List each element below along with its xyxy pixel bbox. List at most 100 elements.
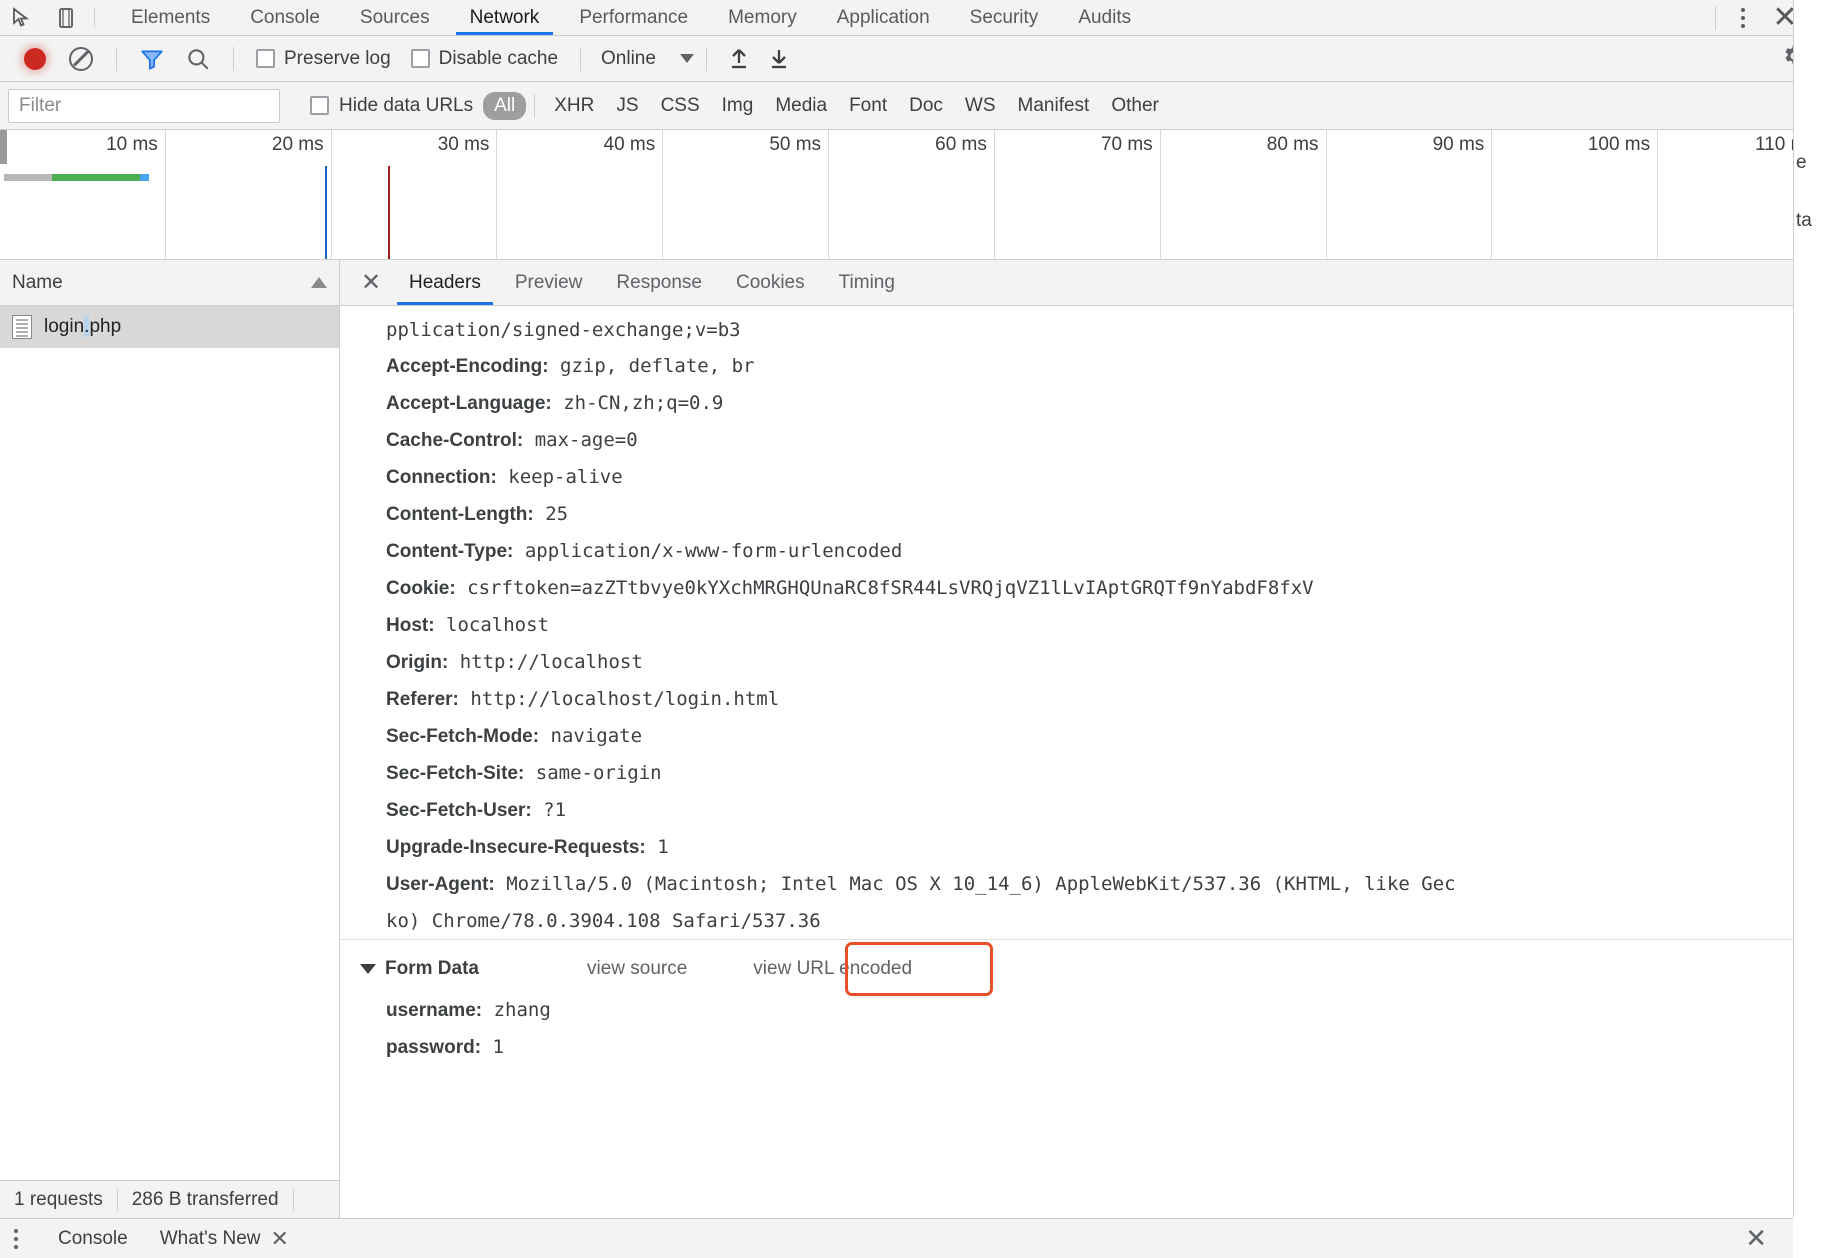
tab-preview[interactable]: Preview	[498, 260, 600, 305]
tab-sources[interactable]: Sources	[340, 0, 450, 35]
header-name: Content-Length:	[386, 504, 534, 525]
devtools-tabbar: Elements Console Sources Network Perform…	[0, 0, 1824, 36]
overview-request-bar	[4, 174, 149, 181]
type-label: Img	[721, 94, 754, 116]
type-filter-img[interactable]: Img	[711, 92, 765, 120]
header-name: Upgrade-Insecure-Requests:	[386, 837, 646, 858]
tab-memory[interactable]: Memory	[708, 0, 817, 35]
tab-elements[interactable]: Elements	[111, 0, 230, 35]
header-name: Origin:	[386, 652, 449, 673]
tick-label: 50 ms	[769, 134, 822, 155]
filter-icon[interactable]	[139, 46, 165, 72]
drawer-tab-console[interactable]: Console	[42, 1228, 144, 1250]
type-filter-font[interactable]: Font	[838, 92, 898, 120]
type-filter-manifest[interactable]: Manifest	[1007, 92, 1101, 120]
overview-window-handle[interactable]	[0, 130, 7, 164]
tab-security[interactable]: Security	[950, 0, 1059, 35]
tab-label: Sources	[359, 6, 430, 28]
view-source-link[interactable]: view source	[579, 954, 695, 984]
header-row-accept-encoding: Accept-Encoding: gzip, deflate, br	[340, 348, 1824, 385]
tick-label: 30 ms	[437, 134, 490, 155]
header-row-cookie: Cookie: csrftoken=azZTtbvye0kYXchMRGHQUn…	[340, 570, 1824, 607]
bar-wait	[52, 174, 140, 181]
close-icon[interactable]: ✕	[270, 1226, 288, 1252]
tab-performance[interactable]: Performance	[559, 0, 708, 35]
tab-headers[interactable]: Headers	[392, 260, 498, 305]
tick-label: 90 ms	[1432, 134, 1485, 155]
type-label: Doc	[909, 94, 943, 116]
form-data-header: Form Data view source view URL encoded	[340, 942, 1824, 996]
disable-cache-label: Disable cache	[438, 47, 559, 69]
requests-column-header[interactable]: Name	[0, 260, 339, 306]
header-value: localhost	[446, 614, 549, 636]
request-detail-pane: ✕ Headers Preview Response Cookies Timin…	[340, 260, 1824, 1180]
tab-cookies[interactable]: Cookies	[719, 260, 822, 305]
type-filter-xhr[interactable]: XHR	[543, 92, 605, 120]
import-har-icon[interactable]	[719, 47, 759, 71]
tab-timing[interactable]: Timing	[822, 260, 912, 305]
header-row-referer: Referer: http://localhost/login.html	[340, 681, 1824, 718]
page-content-edge: e ta	[1793, 0, 1824, 1218]
drawer-tab-whats-new[interactable]: What's New ✕	[144, 1226, 305, 1252]
tick-label: 20 ms	[271, 134, 324, 155]
search-icon[interactable]	[185, 46, 211, 72]
toggle-device-toolbar-icon[interactable]	[44, 0, 88, 35]
filter-input[interactable]	[8, 88, 280, 123]
hide-data-urls-checkbox[interactable]: Hide data URLs	[310, 95, 473, 117]
type-filter-js[interactable]: JS	[605, 92, 649, 120]
export-har-icon[interactable]	[759, 47, 799, 71]
drawer-more-options-icon[interactable]	[14, 1228, 18, 1249]
type-filter-doc[interactable]: Doc	[898, 92, 954, 120]
throttling-select[interactable]: Online	[601, 48, 694, 70]
chevron-down-icon[interactable]	[360, 964, 376, 974]
checkbox-box	[256, 49, 275, 68]
field-value: zhang	[493, 999, 551, 1021]
more-options-icon[interactable]	[1726, 7, 1760, 28]
type-filter-other[interactable]: Other	[1100, 92, 1170, 120]
tab-application[interactable]: Application	[817, 0, 950, 35]
overview-tick: 20 ms	[166, 130, 332, 259]
type-filter-media[interactable]: Media	[764, 92, 838, 120]
request-headers-list[interactable]: pplication/signed-exchange;v=b3 Accept-E…	[340, 306, 1824, 1180]
header-row-host: Host: localhost	[340, 607, 1824, 644]
type-filter-all[interactable]: All	[483, 91, 527, 120]
tick-label: 60 ms	[935, 134, 987, 155]
tick-label: 80 ms	[1266, 134, 1319, 155]
header-row-cache-control: Cache-Control: max-age=0	[340, 422, 1824, 459]
view-url-encoded-link[interactable]: view URL encoded	[745, 954, 920, 984]
close-drawer-icon[interactable]: ✕	[1745, 1223, 1793, 1254]
tab-response[interactable]: Response	[599, 260, 719, 305]
tab-label: Headers	[409, 271, 481, 293]
overview-tick: 70 ms	[995, 130, 1161, 259]
tab-audits[interactable]: Audits	[1058, 0, 1151, 35]
tab-console[interactable]: Console	[230, 0, 340, 35]
record-icon[interactable]	[24, 47, 46, 70]
type-label: XHR	[554, 94, 595, 116]
inspect-element-icon[interactable]	[0, 0, 44, 35]
tick-label: 40 ms	[603, 134, 656, 155]
type-label: Media	[775, 94, 828, 116]
preserve-log-checkbox[interactable]: Preserve log	[256, 48, 391, 70]
throttling-value: Online	[601, 47, 656, 69]
type-filter-ws[interactable]: WS	[954, 92, 1007, 120]
type-label: WS	[964, 94, 996, 116]
toolbar-divider	[116, 46, 117, 71]
close-detail-icon[interactable]: ✕	[350, 260, 392, 305]
header-name: Accept-Encoding:	[386, 356, 549, 377]
tab-label: Elements	[131, 6, 211, 28]
header-value-wrapped: ko) Chrome/78.0.3904.108 Safari/537.36	[386, 910, 821, 932]
clear-icon[interactable]	[66, 44, 96, 74]
tick-label: 70 ms	[1100, 134, 1153, 155]
header-value: same-origin	[535, 762, 662, 784]
tab-network[interactable]: Network	[450, 0, 560, 35]
type-label: Manifest	[1017, 94, 1090, 116]
type-filter-css[interactable]: CSS	[650, 92, 711, 120]
network-overview-timeline[interactable]: 10 ms 20 ms 30 ms 40 ms 50 ms 60 ms 70 m…	[0, 130, 1824, 260]
disable-cache-checkbox[interactable]: Disable cache	[410, 47, 559, 70]
preserve-log-label: Preserve log	[284, 47, 391, 69]
tab-label: Console	[250, 6, 320, 28]
devtools-window: Elements Console Sources Network Perform…	[0, 0, 1824, 1258]
table-row[interactable]: login.php	[0, 306, 339, 348]
document-icon	[12, 315, 32, 339]
checkbox-box	[310, 96, 329, 115]
